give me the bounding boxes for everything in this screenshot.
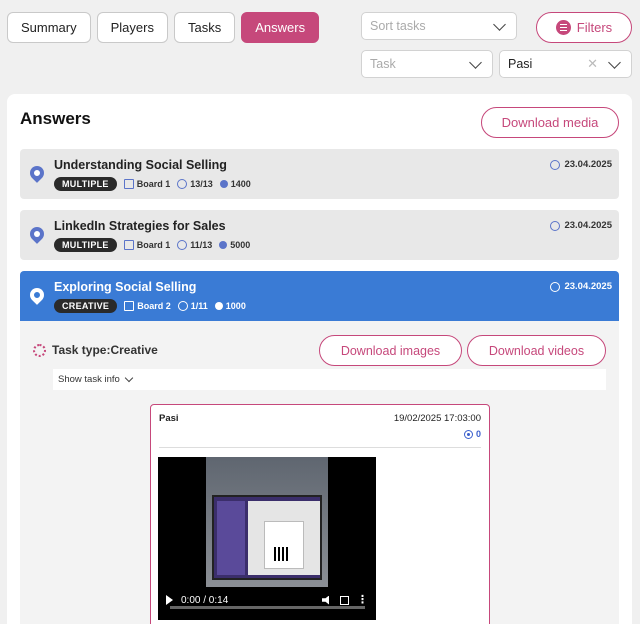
- view-tabs: Summary Players Tasks Answers: [7, 12, 320, 43]
- players-count: 1/11: [190, 301, 208, 311]
- location-pin-icon: [27, 224, 47, 244]
- player-select-value: Pasi: [508, 57, 533, 71]
- points-value: 5000: [230, 240, 251, 250]
- filters-label: Filters: [576, 20, 613, 35]
- chevron-down-icon: [493, 17, 506, 31]
- clear-icon[interactable]: ✕: [587, 56, 598, 72]
- answer-card: Pasi 19/02/2025 17:03:00 0 0:00 / 0:14 ⋮: [150, 404, 490, 624]
- filters-button[interactable]: Filters: [536, 12, 632, 43]
- download-videos-button[interactable]: Download videos: [467, 335, 606, 366]
- user-icon: [177, 240, 188, 250]
- answers-panel: Answers Download media Understanding Soc…: [7, 94, 632, 624]
- task-type-badge: MULTIPLE: [54, 238, 117, 252]
- task-meta: CREATIVE Board 2 1/11 1000: [54, 299, 246, 313]
- task-date: 23.04.2025: [550, 281, 612, 292]
- clock-icon: [550, 159, 561, 170]
- task-date-text: 23.04.2025: [564, 281, 612, 292]
- tab-tasks[interactable]: Tasks: [173, 12, 236, 43]
- board-icon: [123, 179, 134, 189]
- target-icon: [463, 429, 473, 439]
- play-icon[interactable]: [166, 595, 173, 605]
- video-thumbnail: [212, 495, 322, 580]
- tab-answers[interactable]: Answers: [241, 12, 320, 43]
- task-date: 23.04.2025: [550, 220, 612, 231]
- task-title: Exploring Social Selling: [54, 280, 197, 294]
- task-placeholder: Task: [370, 57, 396, 71]
- chevron-down-icon: [608, 55, 621, 69]
- video-progress-bar[interactable]: [170, 606, 365, 609]
- page-title: Answers: [20, 109, 91, 128]
- location-pin-icon: [27, 285, 47, 305]
- task-type-badge: CREATIVE: [54, 299, 118, 313]
- clock-icon: [550, 220, 561, 231]
- points-icon: [214, 302, 223, 310]
- volume-icon[interactable]: [322, 595, 329, 605]
- divider: [159, 447, 481, 448]
- points-value: 1400: [230, 179, 251, 189]
- board-icon: [123, 240, 134, 250]
- download-media-button[interactable]: Download media: [481, 107, 619, 138]
- task-date-text: 23.04.2025: [564, 220, 612, 231]
- user-icon: [177, 301, 188, 311]
- task-type-label: Task type:Creative: [52, 343, 158, 357]
- answer-points-value: 0: [475, 429, 481, 439]
- task-title: LinkedIn Strategies for Sales: [54, 219, 226, 233]
- player-select[interactable]: Pasi ✕: [499, 50, 632, 78]
- clock-icon: [550, 281, 561, 292]
- task-select[interactable]: Task: [361, 50, 493, 78]
- players-count: 11/13: [190, 240, 213, 250]
- filter-icon: [555, 20, 571, 35]
- show-task-info-toggle[interactable]: Show task info: [53, 369, 606, 390]
- task-title: Understanding Social Selling: [54, 158, 227, 172]
- task-card-selected[interactable]: Exploring Social Selling CREATIVE Board …: [20, 271, 619, 321]
- tab-players[interactable]: Players: [96, 12, 168, 43]
- answer-points: 0: [463, 429, 481, 439]
- sort-tasks-select[interactable]: Sort tasks: [361, 12, 517, 40]
- task-date-text: 23.04.2025: [564, 159, 612, 170]
- task-type-heading: Task type:Creative: [33, 343, 158, 357]
- board-icon: [124, 301, 135, 311]
- board-label: Board 1: [136, 179, 171, 189]
- task-detail: Task type:Creative Download images Downl…: [20, 321, 619, 624]
- tab-summary[interactable]: Summary: [7, 12, 91, 43]
- players-count: 13/13: [190, 179, 213, 189]
- fullscreen-icon[interactable]: [340, 595, 349, 605]
- task-card[interactable]: Understanding Social Selling MULTIPLE Bo…: [20, 149, 619, 199]
- points-value: 1000: [225, 301, 246, 311]
- answer-timestamp: 19/02/2025 17:03:00: [393, 413, 481, 424]
- user-icon: [177, 179, 188, 189]
- task-date: 23.04.2025: [550, 159, 612, 170]
- points-icon: [219, 180, 228, 188]
- download-images-button[interactable]: Download images: [319, 335, 462, 366]
- task-meta: MULTIPLE Board 1 11/13 5000: [54, 238, 250, 252]
- task-card[interactable]: LinkedIn Strategies for Sales MULTIPLE B…: [20, 210, 619, 260]
- chevron-down-icon: [124, 373, 134, 383]
- task-type-badge: MULTIPLE: [54, 177, 117, 191]
- task-meta: MULTIPLE Board 1 13/13 1400: [54, 177, 251, 191]
- creative-icon: [33, 343, 46, 357]
- chevron-down-icon: [469, 55, 482, 69]
- answer-player: Pasi: [159, 413, 179, 424]
- location-pin-icon: [27, 163, 47, 183]
- more-options-icon[interactable]: ⋮: [357, 595, 368, 606]
- sort-tasks-placeholder: Sort tasks: [370, 19, 426, 33]
- points-icon: [219, 241, 228, 249]
- video-time: 0:00 / 0:14: [181, 594, 229, 606]
- video-controls: 0:00 / 0:14 ⋮: [158, 580, 376, 620]
- show-task-info-label: Show task info: [58, 374, 120, 385]
- board-label: Board 2: [137, 301, 171, 311]
- video-player[interactable]: 0:00 / 0:14 ⋮: [158, 457, 376, 620]
- board-label: Board 1: [136, 240, 171, 250]
